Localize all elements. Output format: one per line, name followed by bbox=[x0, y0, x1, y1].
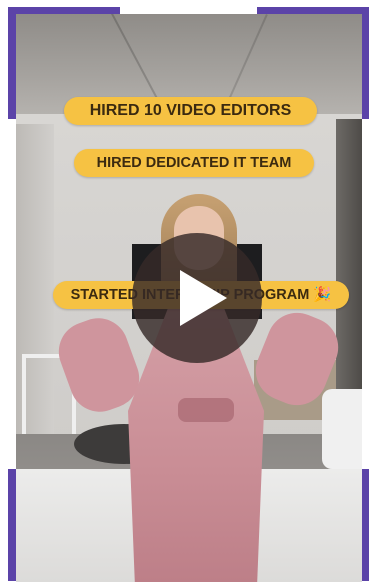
person-belt bbox=[178, 398, 234, 422]
caption-hired-it-team: HIRED DEDICATED IT TEAM bbox=[74, 149, 314, 177]
play-button[interactable] bbox=[132, 233, 262, 363]
sofa-arm bbox=[322, 389, 362, 469]
video-card: HIRED 10 VIDEO EDITORS HIRED DEDICATED I… bbox=[0, 0, 377, 587]
caption-hired-video-editors: HIRED 10 VIDEO EDITORS bbox=[64, 97, 317, 125]
background-doorframe bbox=[336, 119, 362, 419]
play-icon bbox=[179, 270, 227, 326]
